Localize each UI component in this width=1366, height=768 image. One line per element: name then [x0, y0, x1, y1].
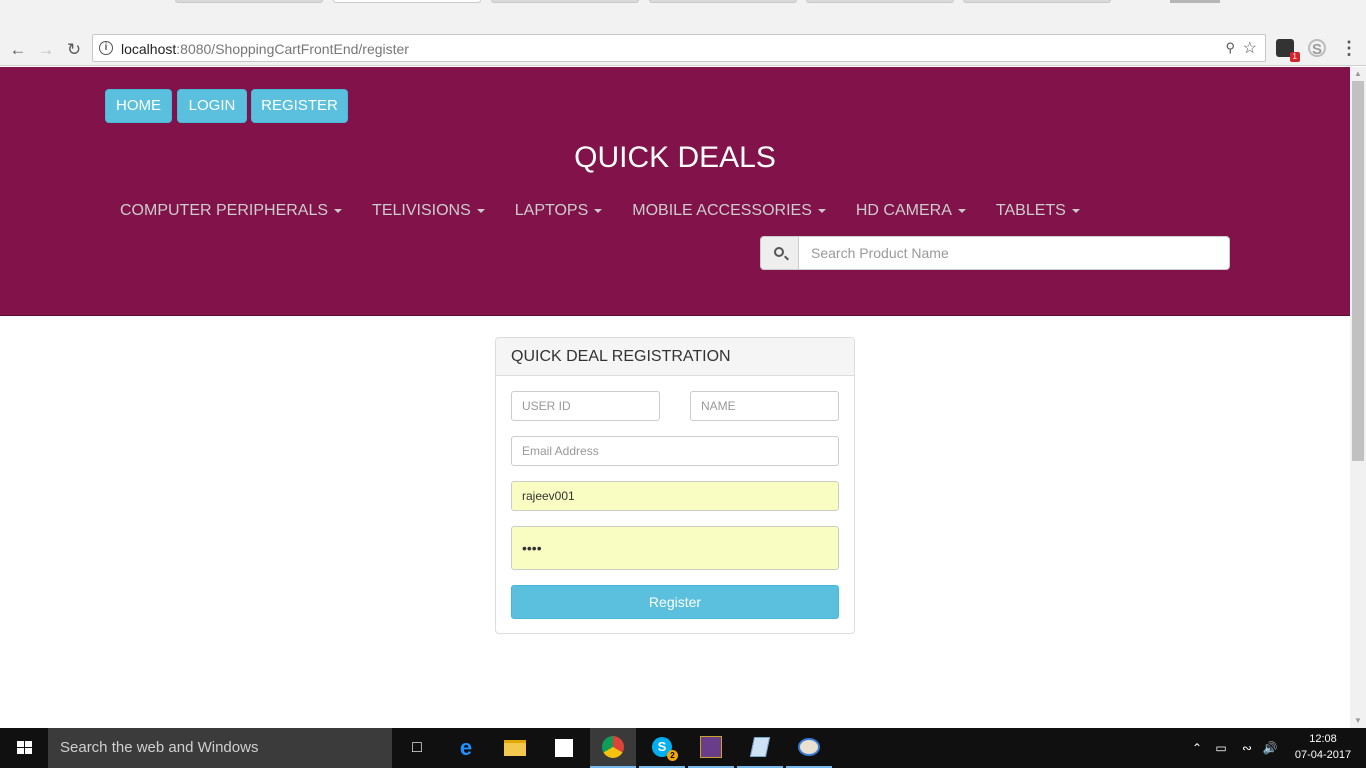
category-label: MOBILE ACCESSORIES: [632, 202, 812, 219]
browser-tab-active[interactable]: [333, 0, 481, 3]
browser-tab[interactable]: [491, 0, 639, 3]
browser-tab-strip: [0, 0, 1366, 32]
site-info-icon[interactable]: i: [99, 41, 113, 55]
chrome-browser-icon[interactable]: [590, 728, 636, 768]
new-tab-button[interactable]: [1170, 0, 1220, 3]
browser-tab[interactable]: [806, 0, 954, 3]
browser-tab[interactable]: [175, 0, 323, 3]
category-label: TELIVISIONS: [372, 202, 471, 219]
page-viewport: HOME LOGIN REGISTER QUICK DEALS COMPUTER…: [0, 67, 1350, 728]
back-arrow-icon[interactable]: ←: [8, 39, 28, 59]
category-label: COMPUTER PERIPHERALS: [120, 202, 329, 219]
name-field[interactable]: [690, 391, 839, 421]
skype-icon[interactable]: S2: [639, 728, 685, 768]
scrollbar-thumb[interactable]: [1352, 81, 1364, 461]
search-icon[interactable]: [760, 236, 799, 270]
browser-toolbar: ← → ↻ i localhost:8080/ShoppingCartFront…: [0, 32, 1366, 66]
category-nav: COMPUTER PERIPHERALS TELIVISIONS LAPTOPS…: [105, 197, 1095, 227]
home-button[interactable]: HOME: [105, 89, 172, 123]
address-bar[interactable]: i localhost:8080/ShoppingCartFrontEnd/re…: [92, 34, 1266, 62]
category-tablets[interactable]: TABLETS: [981, 197, 1095, 227]
caret-down-icon: [594, 208, 603, 213]
scroll-up-arrow-icon[interactable]: ▲: [1350, 67, 1366, 81]
reload-icon[interactable]: ↻: [64, 39, 84, 59]
skype-extension-icon[interactable]: S: [1308, 39, 1326, 58]
email-field[interactable]: [511, 436, 839, 466]
windows-taskbar: Search the web and Windows □ e S2 ⌃ ▭ ∾ …: [0, 728, 1366, 768]
key-icon[interactable]: ⚲: [1225, 40, 1235, 56]
category-label: TABLETS: [995, 202, 1066, 219]
caret-down-icon: [334, 208, 343, 213]
extension-badge: 1: [1289, 52, 1300, 62]
system-clock[interactable]: 12:08 07-04-2017: [1290, 731, 1356, 763]
url-host: localhost: [121, 41, 177, 57]
bookmark-star-icon[interactable]: ☆: [1243, 38, 1257, 58]
show-hidden-icons-chevron-icon[interactable]: ⌃: [1188, 728, 1206, 768]
skype-badge: 2: [667, 750, 678, 761]
product-search: [760, 236, 1230, 270]
category-label: LAPTOPS: [514, 202, 589, 219]
scroll-down-arrow-icon[interactable]: ▼: [1350, 714, 1366, 728]
site-title: QUICK DEALS: [574, 141, 776, 174]
page-scrollbar[interactable]: ▲ ▼: [1350, 67, 1366, 728]
registration-panel: QUICK DEAL REGISTRATION Register: [495, 337, 855, 634]
forward-arrow-icon[interactable]: →: [36, 39, 56, 59]
file-explorer-icon[interactable]: [492, 728, 538, 768]
taskbar-search-box[interactable]: Search the web and Windows: [48, 728, 392, 768]
login-button[interactable]: LOGIN: [177, 89, 247, 123]
volume-icon[interactable]: 🔊: [1261, 728, 1279, 768]
panel-title: QUICK DEAL REGISTRATION: [496, 338, 854, 376]
clock-time: 12:08: [1309, 733, 1337, 745]
category-computer-peripherals[interactable]: COMPUTER PERIPHERALS: [105, 197, 357, 227]
category-laptops[interactable]: LAPTOPS: [500, 197, 618, 227]
category-label: HD CAMERA: [855, 202, 952, 219]
caret-down-icon: [817, 208, 826, 213]
site-header: HOME LOGIN REGISTER QUICK DEALS COMPUTER…: [0, 67, 1350, 316]
start-button[interactable]: [0, 728, 48, 768]
search-input[interactable]: [798, 236, 1230, 270]
caret-down-icon: [1071, 208, 1080, 213]
paint-app-icon[interactable]: [786, 728, 832, 768]
browser-menu-icon[interactable]: ⋮: [1340, 38, 1358, 58]
register-button[interactable]: REGISTER: [251, 89, 348, 123]
browser-tab[interactable]: [649, 0, 797, 3]
user-id-field[interactable]: [511, 391, 660, 421]
windows-logo-icon: [17, 741, 32, 755]
category-mobile-accessories[interactable]: MOBILE ACCESSORIES: [617, 197, 841, 227]
clock-date: 07-04-2017: [1294, 749, 1352, 761]
register-submit-button[interactable]: Register: [511, 585, 839, 619]
game-app-icon[interactable]: [688, 728, 734, 768]
password-field[interactable]: [511, 526, 839, 570]
battery-icon[interactable]: ▭: [1212, 728, 1230, 768]
caret-down-icon: [957, 208, 966, 213]
category-televisions[interactable]: TELIVISIONS: [357, 197, 500, 227]
url-text[interactable]: localhost:8080/ShoppingCartFrontEnd/regi…: [121, 41, 409, 57]
notepad-app-icon[interactable]: [737, 728, 783, 768]
caret-down-icon: [476, 208, 485, 213]
wifi-icon[interactable]: ∾: [1238, 728, 1256, 768]
category-hd-camera[interactable]: HD CAMERA: [841, 197, 981, 227]
browser-tab[interactable]: [963, 0, 1111, 3]
username-field[interactable]: [511, 481, 839, 511]
edge-browser-icon[interactable]: e: [443, 728, 489, 768]
extension-icon[interactable]: 1: [1276, 39, 1300, 62]
store-icon[interactable]: [541, 728, 587, 768]
url-path: :8080/ShoppingCartFrontEnd/register: [176, 41, 409, 57]
task-view-icon[interactable]: □: [394, 728, 440, 768]
